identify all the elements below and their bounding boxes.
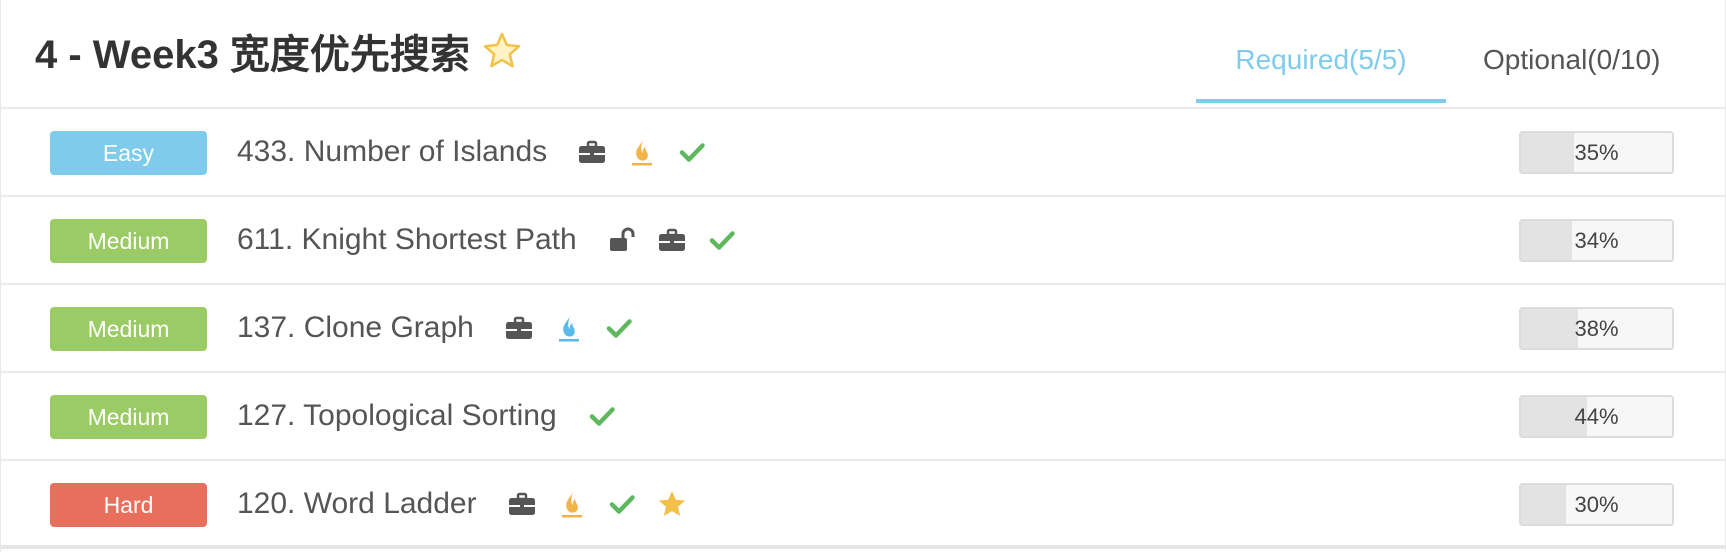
problem-cell: 120. Word Ladder	[237, 461, 687, 547]
difficulty-badge: Medium	[50, 219, 207, 263]
table-row[interactable]: Medium 611. Knight Shortest Path 34%	[1, 197, 1726, 285]
progress-text: 35%	[1574, 140, 1619, 165]
problem-list-page: 4 - Week3 宽度优先搜索 Required(5/5) Optional(…	[0, 0, 1726, 552]
problem-cell: 611. Knight Shortest Path	[237, 197, 737, 283]
problem-icons	[484, 313, 634, 343]
check-icon	[587, 401, 617, 431]
fire-blue-icon	[554, 313, 584, 343]
acceptance-progress: 38%	[1519, 307, 1674, 350]
problem-title-link[interactable]: 120. Word Ladder	[237, 487, 477, 521]
check-icon	[707, 225, 737, 255]
section-header: 4 - Week3 宽度优先搜索 Required(5/5) Optional(…	[1, 0, 1726, 109]
tab-required[interactable]: Required(5/5)	[1196, 44, 1446, 103]
acceptance-progress: 34%	[1519, 219, 1674, 262]
briefcase-icon	[504, 313, 534, 343]
difficulty-badge: Easy	[50, 131, 207, 175]
acceptance-progress: 35%	[1519, 131, 1674, 174]
problem-icons	[567, 401, 617, 431]
difficulty-badge: Medium	[50, 395, 207, 439]
problem-title-link[interactable]: 433. Number of Islands	[237, 135, 547, 169]
briefcase-icon	[657, 225, 687, 255]
table-row[interactable]: Medium 127. Topological Sorting 44%	[1, 373, 1726, 461]
acceptance-progress: 44%	[1519, 395, 1674, 438]
progress-text: 38%	[1574, 316, 1619, 341]
star-outline-icon[interactable]	[482, 31, 522, 71]
check-icon	[677, 137, 707, 167]
briefcase-icon	[577, 137, 607, 167]
star-icon	[657, 489, 687, 519]
progress-text: 44%	[1574, 404, 1619, 429]
problem-icons	[557, 137, 707, 167]
problem-icons	[587, 225, 737, 255]
check-icon	[607, 489, 637, 519]
acceptance-progress: 30%	[1519, 483, 1674, 526]
difficulty-badge: Hard	[50, 483, 207, 527]
problem-table: Easy 433. Number of Islands 35% Medium 611. …	[1, 109, 1726, 549]
problem-title-link[interactable]: 137. Clone Graph	[237, 311, 474, 345]
unlock-icon	[607, 225, 637, 255]
tab-optional[interactable]: Optional(0/10)	[1483, 44, 1660, 76]
problem-cell: 127. Topological Sorting	[237, 373, 617, 459]
problem-icons	[487, 489, 687, 519]
table-row[interactable]: Hard 120. Word Ladder 30%	[1, 461, 1726, 549]
fire-orange-icon	[557, 489, 587, 519]
difficulty-badge: Medium	[50, 307, 207, 351]
fire-orange-icon	[627, 137, 657, 167]
section-title-text: 4 - Week3 宽度优先搜索	[35, 33, 470, 77]
check-icon	[604, 313, 634, 343]
problem-cell: 433. Number of Islands	[237, 109, 707, 195]
problem-title-link[interactable]: 127. Topological Sorting	[237, 399, 557, 433]
section-title: 4 - Week3 宽度优先搜索	[35, 22, 522, 80]
table-row[interactable]: Medium 137. Clone Graph 38%	[1, 285, 1726, 373]
problem-title-link[interactable]: 611. Knight Shortest Path	[237, 223, 577, 257]
progress-text: 30%	[1574, 492, 1619, 517]
problem-cell: 137. Clone Graph	[237, 285, 634, 371]
table-row[interactable]: Easy 433. Number of Islands 35%	[1, 109, 1726, 197]
progress-text: 34%	[1574, 228, 1619, 253]
briefcase-icon	[507, 489, 537, 519]
